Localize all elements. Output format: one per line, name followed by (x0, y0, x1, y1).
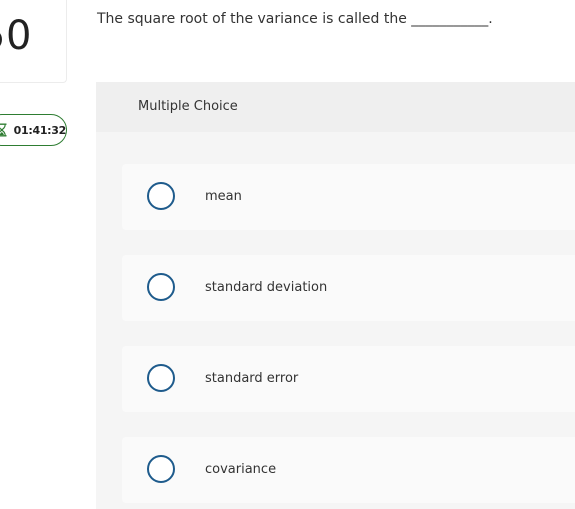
answer-option-label: standard error (205, 371, 299, 386)
question-type-label: Multiple Choice (138, 99, 238, 114)
radio-button[interactable] (147, 364, 175, 392)
timer-badge: 01:41:32 (0, 114, 67, 146)
answer-panel-header: Multiple Choice (96, 82, 575, 132)
question-number: 50 (0, 13, 32, 59)
radio-button[interactable] (147, 455, 175, 483)
radio-button[interactable] (147, 182, 175, 210)
answer-option-label: covariance (205, 462, 277, 477)
answer-option-standard-deviation[interactable]: standard deviation (122, 255, 575, 321)
quiz-page: 50 01:41:32 The square root of the varia… (0, 0, 575, 509)
answer-option-label: mean (205, 189, 242, 204)
timer-value: 01:41:32 (13, 123, 67, 137)
answer-option-covariance[interactable]: covariance (122, 437, 575, 503)
answer-option-standard-error[interactable]: standard error (122, 346, 575, 412)
answer-option-label: standard deviation (205, 280, 328, 295)
answer-option-mean[interactable]: mean (122, 164, 575, 230)
question-number-card: 50 (0, 0, 67, 83)
question-prompt: The square root of the variance is calle… (97, 11, 493, 27)
hourglass-icon (0, 123, 7, 137)
answer-panel: Multiple Choice mean standard deviation … (96, 82, 575, 509)
radio-button[interactable] (147, 273, 175, 301)
